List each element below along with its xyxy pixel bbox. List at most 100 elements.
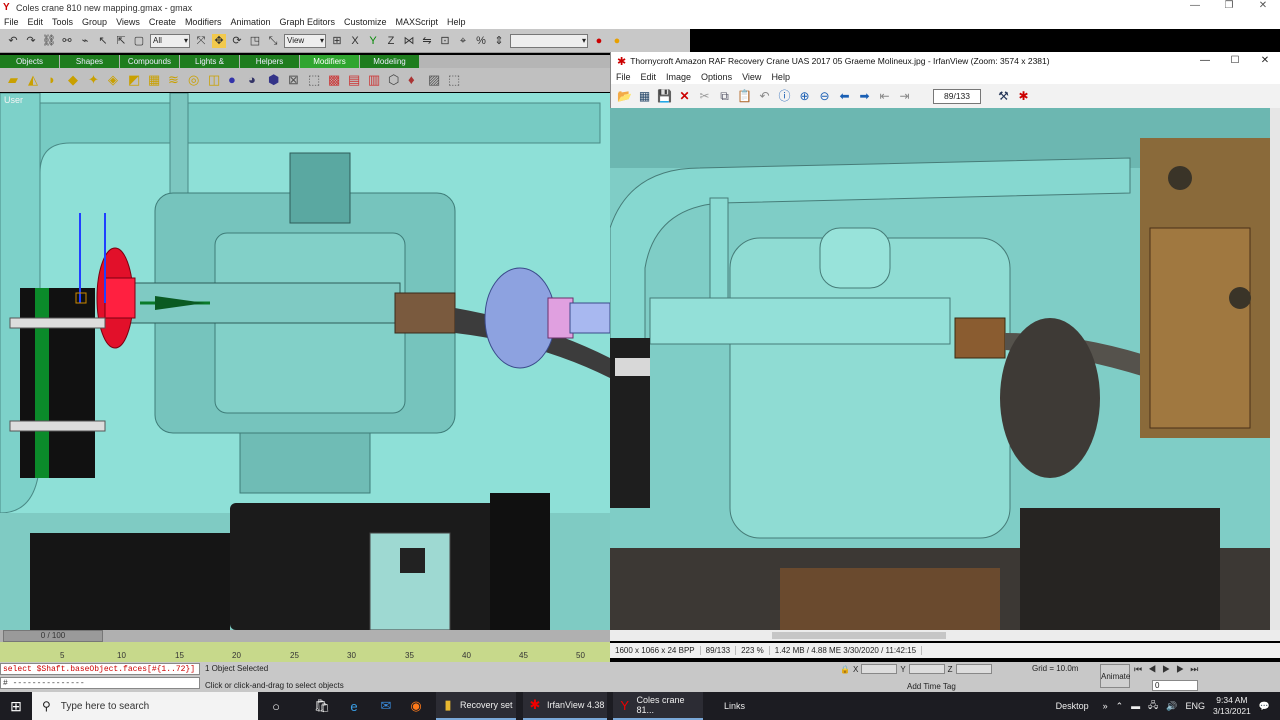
restore-button[interactable]: ❐ (1212, 0, 1246, 11)
taskbar-app-irfanview[interactable]: ✱ IrfanView 4.38 (523, 692, 607, 720)
menu-create[interactable]: Create (149, 17, 176, 27)
tab-compounds[interactable]: Compounds (120, 55, 179, 68)
paste-icon[interactable]: 📋 (737, 89, 752, 104)
menu-file[interactable]: File (4, 17, 19, 27)
time-slider[interactable]: 0 / 100 (3, 630, 103, 642)
irf-menu-options[interactable]: Options (701, 72, 732, 82)
info-icon[interactable]: ⓘ (777, 89, 792, 104)
tray-app-icon[interactable]: ▬ (1131, 701, 1140, 711)
menu-maxscript[interactable]: MAXScript (396, 17, 439, 27)
irfan-minimize-button[interactable]: — (1190, 52, 1220, 70)
add-time-tag[interactable]: Add Time Tag (907, 682, 956, 691)
irf-menu-image[interactable]: Image (666, 72, 691, 82)
twist-icon[interactable]: ◗ (48, 73, 62, 87)
network-icon[interactable]: 🖧 (1148, 698, 1158, 714)
animate-button[interactable]: Animate (1100, 664, 1130, 688)
viewport-label[interactable]: User (4, 95, 23, 105)
normal-icon[interactable]: ⬚ (448, 73, 462, 87)
last-page-icon[interactable]: ⇥ (897, 89, 912, 104)
bend-icon[interactable]: ▰ (8, 73, 22, 87)
tab-modeling[interactable]: Modeling (360, 55, 419, 68)
current-frame-field[interactable]: 0 (1152, 680, 1198, 691)
select-move-icon[interactable]: ⤧ (194, 34, 208, 48)
taper-icon[interactable]: ◭ (28, 73, 42, 87)
undo-icon[interactable]: ↶ (757, 89, 772, 104)
displace-icon[interactable]: ◫ (208, 73, 222, 87)
horizontal-scroll-thumb[interactable] (772, 632, 946, 639)
go-to-start-icon[interactable]: ⏮ (1134, 664, 1148, 674)
irf-menu-edit[interactable]: Edit (641, 72, 657, 82)
tab-helpers[interactable]: Helpers (240, 55, 299, 68)
notifications-icon[interactable]: 💬 (1259, 701, 1270, 712)
mesh-select-icon[interactable]: ▤ (348, 73, 362, 87)
wave-icon[interactable]: ≋ (168, 73, 182, 87)
maxscript-listener-output[interactable]: # --------------- (0, 677, 200, 689)
copy-icon[interactable]: ⧉ (717, 89, 732, 104)
next-image-icon[interactable]: ➡ (857, 89, 872, 104)
irfan-close-button[interactable]: ✕ (1250, 52, 1280, 70)
tessellate-icon[interactable]: ▨ (428, 73, 442, 87)
delete-icon[interactable]: ✕ (677, 89, 692, 104)
select-by-name-icon[interactable]: ⇱ (114, 34, 128, 48)
cut-icon[interactable]: ✂ (697, 89, 712, 104)
spinner-snap-icon[interactable]: ⇕ (492, 34, 506, 48)
edit-mesh-icon[interactable]: ▥ (368, 73, 382, 87)
save-icon[interactable]: 💾 (657, 89, 672, 104)
percent-snap-icon[interactable]: % (474, 34, 488, 48)
menu-customize[interactable]: Customize (344, 17, 387, 27)
mirror-mod-icon[interactable]: ⊠ (288, 73, 302, 87)
taskbar-app-recovery-set[interactable]: ▮ Recovery set (436, 692, 516, 720)
lock-icon[interactable]: 🔒 (840, 665, 850, 674)
y-coord-field[interactable] (908, 664, 945, 674)
z-coord-field[interactable] (955, 664, 992, 674)
tab-modifiers[interactable]: Modifiers (300, 55, 359, 68)
taskbar-store[interactable]: 🛍 (310, 692, 334, 720)
task-view-button[interactable]: ○ (264, 692, 288, 720)
previous-image-icon[interactable]: ⬅ (837, 89, 852, 104)
quick-render-icon[interactable]: ● (610, 34, 624, 48)
ripple-icon[interactable]: ◎ (188, 73, 202, 87)
restrict-x-icon[interactable]: X (348, 34, 362, 48)
language-indicator[interactable]: ENG (1185, 701, 1205, 711)
smooth-icon[interactable]: ⬡ (388, 73, 402, 87)
squash-icon[interactable]: ⤡ (266, 34, 280, 48)
taskbar-firefox[interactable]: ◉ (404, 692, 428, 720)
displayed-photo[interactable] (610, 108, 1270, 630)
scale-icon[interactable]: ◳ (248, 34, 262, 48)
open-folder-icon[interactable]: 📂 (617, 89, 632, 104)
move-icon[interactable]: ✥ (212, 33, 226, 48)
clock[interactable]: 9:34 AM 3/13/2021 (1213, 695, 1251, 717)
menu-animation[interactable]: Animation (230, 17, 270, 27)
skew-icon[interactable]: ◩ (128, 73, 142, 87)
link-icon[interactable]: ⛓ (42, 34, 56, 48)
noise-icon[interactable]: ◆ (68, 73, 82, 87)
irfan-maximize-button[interactable]: ☐ (1220, 52, 1250, 70)
xform-icon[interactable]: ⬚ (308, 73, 322, 87)
x-coord-field[interactable] (861, 664, 898, 674)
play-icon[interactable]: ▶ (1162, 664, 1176, 674)
taskbar-search-box[interactable]: ⚲ Type here to search (32, 692, 258, 720)
irf-menu-view[interactable]: View (742, 72, 761, 82)
selection-filter-dropdown[interactable]: All (150, 33, 190, 48)
menu-modifiers[interactable]: Modifiers (185, 17, 222, 27)
taskbar-edge[interactable]: e (342, 692, 366, 720)
irf-menu-file[interactable]: File (616, 72, 631, 82)
desktop-toolbar[interactable]: Desktop (1056, 701, 1089, 711)
irf-menu-help[interactable]: Help (771, 72, 790, 82)
unlink-icon[interactable]: ⚯ (60, 34, 74, 48)
zoom-out-icon[interactable]: ⊖ (817, 89, 832, 104)
optimize-icon[interactable]: ♦ (408, 73, 422, 87)
squeeze-icon[interactable]: ◈ (108, 73, 122, 87)
restrict-xy-icon[interactable]: ⋈ (402, 34, 416, 48)
image-counter[interactable]: 89/133 (933, 88, 981, 104)
lattice-icon[interactable]: ⬢ (268, 73, 282, 87)
taskbar-app-gmax[interactable]: Y Coles crane 81... (613, 692, 703, 720)
first-page-icon[interactable]: ⇤ (877, 89, 892, 104)
slideshow-icon[interactable]: ▦ (637, 89, 652, 104)
menu-group[interactable]: Group (82, 17, 107, 27)
relax-icon[interactable]: ● (228, 73, 242, 87)
show-hidden-icons-icon[interactable]: ⌃ (1116, 701, 1124, 712)
region-select-icon[interactable]: ▢ (132, 34, 146, 48)
volume-icon[interactable]: 🔊 (1166, 701, 1177, 712)
named-selection-dropdown[interactable] (510, 33, 588, 48)
